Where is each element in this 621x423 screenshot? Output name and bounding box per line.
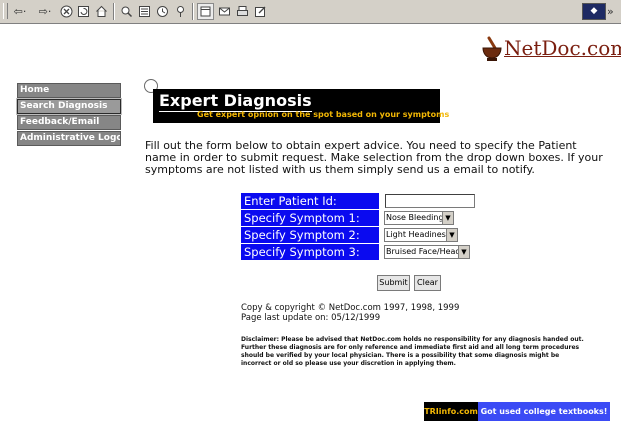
forward-button[interactable]: ⇨· [34, 3, 56, 20]
nav-item-home[interactable]: Home [17, 83, 121, 98]
browser-toolbar: ⇦· ⇨· ◆ » [0, 0, 621, 24]
patient-id-input[interactable] [385, 194, 475, 208]
fullscreen-icon[interactable] [197, 3, 214, 20]
channels-icon[interactable] [172, 3, 189, 20]
clear-button[interactable]: Clear [414, 275, 441, 291]
toolbar-grip [3, 3, 8, 19]
symptom-1-value: Nose Bleeding [386, 213, 444, 222]
symptom-2-select[interactable]: Light Headiness ▼ [384, 228, 458, 242]
ad-site-name[interactable]: TRIinfo.com [424, 402, 478, 421]
copyright-block: Copy & copyright © NetDoc.com 1997, 1998… [241, 303, 459, 323]
search-icon[interactable] [118, 3, 135, 20]
last-update-text: Page last update on: 05/12/1999 [241, 313, 381, 323]
left-nav: Home Search Diagnosis Feedback/Email Adm… [16, 83, 122, 147]
nav-item-administrative-logon[interactable]: Administrative Logon [17, 131, 121, 146]
symptom-2-value: Light Headiness [386, 230, 450, 239]
page-subtitle: Get expert opnion on the spot based on y… [197, 110, 450, 119]
nav-item-search-diagnosis[interactable]: Search Diagnosis [16, 98, 122, 115]
symptom-2-label: Specify Symptom 2: [241, 227, 379, 243]
toolbar-separator [192, 3, 194, 20]
back-button[interactable]: ⇦· [9, 3, 31, 20]
refresh-icon[interactable] [75, 3, 92, 20]
symptom-3-label: Specify Symptom 3: [241, 244, 379, 260]
page-title: Expert Diagnosis [159, 91, 312, 112]
print-icon[interactable] [234, 3, 251, 20]
disclaimer-text: Disclaimer: Please be advised that NetDo… [241, 336, 584, 367]
symptom-3-value: Bruised Face/Head [386, 247, 461, 256]
home-icon[interactable] [93, 3, 110, 20]
history-icon[interactable] [154, 3, 171, 20]
dropdown-arrow-icon[interactable]: ▼ [442, 212, 453, 224]
toolbar-overflow-button[interactable]: » [607, 3, 614, 20]
ad-tagline[interactable]: Got used college textbooks! [478, 402, 610, 421]
brand-name: NetDoc.com [504, 36, 621, 60]
mortar-pestle-icon [482, 36, 502, 61]
symptom-1-label: Specify Symptom 1: [241, 210, 379, 226]
submit-button[interactable]: Submit [377, 275, 410, 291]
symptom-3-select[interactable]: Bruised Face/Head ▼ [384, 245, 470, 259]
patient-id-label: Enter Patient Id: [241, 193, 379, 209]
mail-icon[interactable] [216, 3, 233, 20]
symptom-1-select[interactable]: Nose Bleeding ▼ [384, 211, 454, 225]
edit-icon[interactable] [252, 3, 269, 20]
intro-text: Fill out the form below to obtain expert… [145, 139, 603, 176]
windows-logo-icon: ◆ [582, 3, 606, 20]
copyright-text: Copy & copyright © NetDoc.com 1997, 1998… [241, 303, 460, 313]
nav-item-feedback-email[interactable]: Feedback/Email [17, 115, 121, 130]
ad-banner[interactable]: TRIinfo.com Got used college textbooks! [424, 402, 610, 421]
stop-icon[interactable] [58, 3, 75, 20]
page-banner: Expert Diagnosis Get expert opnion on th… [153, 89, 449, 123]
toolbar-separator [113, 3, 115, 20]
dropdown-arrow-icon[interactable]: ▼ [458, 246, 469, 258]
dropdown-arrow-icon[interactable]: ▼ [446, 229, 457, 241]
netdoc-logo[interactable]: NetDoc.com [480, 30, 621, 70]
favorites-icon[interactable] [136, 3, 153, 20]
